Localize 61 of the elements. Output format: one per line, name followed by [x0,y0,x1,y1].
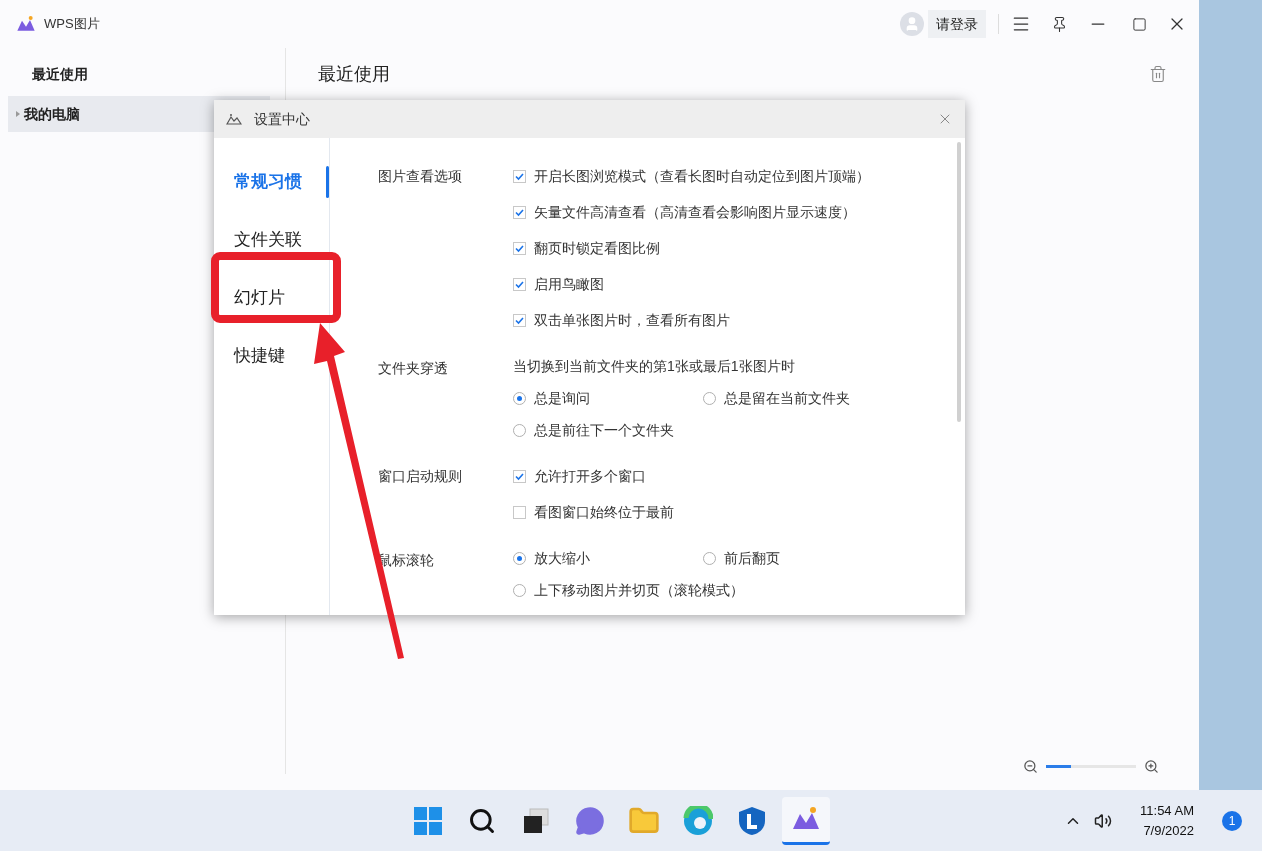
window-title: WPS图片 [44,15,100,34]
notification-count[interactable]: 1 [1222,810,1242,831]
checkbox[interactable] [513,241,526,255]
pin-icon[interactable] [1051,15,1068,33]
option-label: 开启长图浏览模式（查看长图时自动定位到图片顶端） [534,167,870,186]
expand-arrow-icon[interactable] [16,111,20,117]
zoom-slider[interactable] [1046,765,1136,768]
checkbox[interactable] [513,169,526,183]
settings-nav-tab[interactable]: 快捷键 [234,343,285,369]
browser-icon [683,805,713,836]
scrollbar-thumb[interactable] [957,142,961,422]
radio-button[interactable] [513,423,526,437]
clock-time: 11:54 AM [1140,801,1194,820]
option-label: 放大缩小 [534,549,590,568]
checkbox[interactable] [513,505,526,519]
checkbox[interactable] [513,313,526,327]
sidebar-item[interactable]: 最近使用 [8,56,270,92]
option-label: 总是询问 [534,389,590,408]
option-label: 总是留在当前文件夹 [724,389,850,408]
trash-icon[interactable] [1149,65,1167,83]
zoom-out-icon[interactable] [1023,759,1038,774]
radio-button[interactable] [703,551,716,565]
app-logo-icon [16,16,36,32]
task-view-icon [522,806,550,835]
clock-date: 7/9/2022 [1143,821,1194,840]
speaker-icon[interactable] [1094,811,1113,830]
photo-app-icon [791,807,821,831]
checkbox[interactable] [513,277,526,291]
zoom-in-icon[interactable] [1144,759,1159,774]
section-label: 窗口启动规则 [378,467,462,486]
windows-logo-icon [414,806,442,835]
option-label: 前后翻页 [724,549,780,568]
checkbox[interactable] [513,205,526,219]
radio-button[interactable] [703,391,716,405]
mountain-icon [226,113,242,125]
settings-nav-tab[interactable]: 文件关联 [234,227,302,253]
shield-icon [738,805,766,836]
radio-button[interactable] [513,391,526,405]
option-label: 允许打开多个窗口 [534,467,646,486]
radio-button[interactable] [513,551,526,565]
section-label: 图片查看选项 [378,167,462,186]
option-label: 翻页时锁定看图比例 [534,239,660,258]
settings-nav-tab[interactable]: 幻灯片 [234,285,285,311]
radio-button[interactable] [513,583,526,597]
chat-icon [575,805,605,836]
checkbox[interactable] [513,469,526,483]
page-heading: 最近使用 [318,63,390,86]
option-label: 总是前往下一个文件夹 [534,421,674,440]
option-label: 矢量文件高清查看（高清查看会影响图片显示速度） [534,203,856,222]
settings-nav-tab[interactable]: 常规习惯 [234,169,302,195]
login-button[interactable]: 请登录 [928,10,986,38]
option-label: 上下移动图片并切页（滚轮模式） [534,581,744,600]
avatar-icon [900,12,924,36]
option-label: 双击单张图片时，查看所有图片 [534,311,730,330]
maximize-icon[interactable] [1132,16,1147,32]
option-label: 启用鸟瞰图 [534,275,604,294]
option-description: 当切换到当前文件夹的第1张或最后1张图片时 [513,357,795,376]
section-label: 文件夹穿透 [378,359,448,378]
search-icon [468,806,496,835]
option-label: 看图窗口始终位于最前 [534,503,674,522]
active-tab-indicator [326,166,329,198]
